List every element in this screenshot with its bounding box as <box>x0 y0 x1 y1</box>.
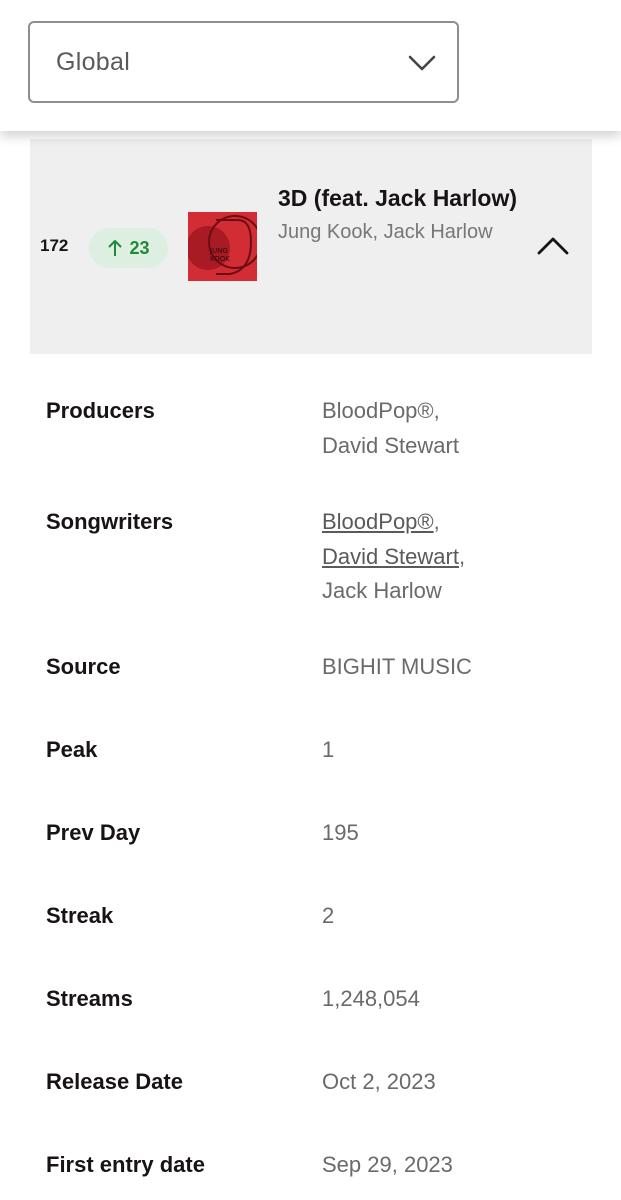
detail-label: Prev Day <box>46 820 141 845</box>
source-value: BIGHIT MUSIC <box>322 654 472 679</box>
detail-label: Source <box>46 654 121 679</box>
detail-label: Streak <box>46 903 114 928</box>
artist-link[interactable]: Jung Kook <box>278 221 373 243</box>
track-artists: Jung Kook, Jack Harlow <box>278 221 493 243</box>
track-row-expanded[interactable]: 172 23 JUNG KOOK 3D (feat. Jack Harlow) … <box>30 139 592 354</box>
detail-label: Streams <box>46 986 133 1011</box>
songwriter-name: Jack Harlow <box>322 578 442 603</box>
release-date-value: Oct 2, 2023 <box>322 1069 436 1094</box>
detail-label: First entry date <box>46 1152 205 1177</box>
svg-text:JUNG: JUNG <box>209 247 228 255</box>
detail-label: Producers <box>46 398 155 423</box>
prev-day-value: 195 <box>322 820 359 845</box>
producer-name: BloodPop® <box>322 398 434 423</box>
songwriters-value: BloodPop®, David Stewart, Jack Harlow <box>322 509 466 603</box>
producers-value: BloodPop®, David Stewart <box>322 398 459 458</box>
track-title: 3D (feat. Jack Harlow) <box>278 185 518 211</box>
movement-badge: 23 <box>89 228 168 268</box>
peak-value: 1 <box>322 737 335 762</box>
streams-value: 1,248,054 <box>322 986 420 1011</box>
rank-number: 172 <box>40 236 69 255</box>
svg-text:KOOK: KOOK <box>210 255 230 263</box>
region-select-value: Global <box>56 47 131 76</box>
chevron-down-icon <box>408 55 436 71</box>
movement-value: 23 <box>129 237 150 258</box>
arrow-up-icon <box>108 240 123 256</box>
detail-label: Songwriters <box>46 509 174 534</box>
songwriter-link[interactable]: David Stewart <box>322 544 459 569</box>
detail-label: Release Date <box>46 1069 183 1094</box>
first-entry-date-value: Sep 29, 2023 <box>322 1152 453 1177</box>
artist-link[interactable]: Jack Harlow <box>384 221 493 243</box>
songwriter-link[interactable]: BloodPop® <box>322 509 434 534</box>
detail-label: Peak <box>46 737 98 762</box>
album-cover-image: JUNG KOOK <box>188 212 257 281</box>
region-select[interactable]: Global <box>28 21 459 103</box>
top-bar: Global <box>0 0 621 131</box>
streak-value: 2 <box>322 903 335 928</box>
producer-name: David Stewart <box>322 432 459 458</box>
track-info: 3D (feat. Jack Harlow) Jung Kook, Jack H… <box>278 181 518 248</box>
chevron-up-icon[interactable] <box>536 233 570 259</box>
